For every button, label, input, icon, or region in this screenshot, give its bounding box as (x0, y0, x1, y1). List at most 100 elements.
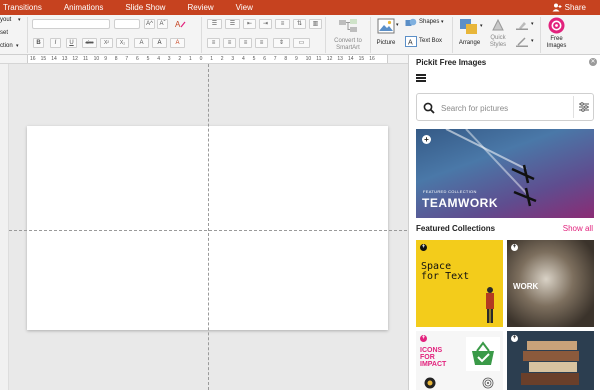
pickit-logo-icon[interactable] (548, 17, 565, 34)
increase-indent-icon[interactable]: ⇥ (259, 19, 272, 29)
text-direction-icon[interactable]: ⇅ (293, 19, 306, 29)
reset-button[interactable]: set (0, 30, 8, 36)
free-images-label-2: Images (546, 43, 567, 49)
add-icon[interactable]: + (420, 244, 427, 251)
ruler-number: 4 (242, 56, 245, 62)
free-images-button[interactable]: Free Images (543, 36, 570, 50)
collection-tile-books[interactable]: + (507, 331, 594, 390)
quick-styles-icon[interactable] (491, 18, 505, 32)
separator (573, 96, 574, 118)
badge-icon (424, 377, 436, 389)
ruler-paper (27, 55, 388, 63)
arrange-icon[interactable] (459, 18, 479, 36)
line-spacing-icon[interactable]: ≡ (275, 19, 290, 29)
free-images-label-1: Free (550, 36, 563, 42)
chevron-down-icon: ▾ (480, 23, 483, 29)
decrease-indent-icon[interactable]: ⇤ (243, 19, 256, 29)
text-effects-icon[interactable]: A (134, 38, 149, 48)
hero-title: TEAMWORK (422, 196, 498, 210)
books-image (521, 341, 579, 385)
ruler-number: 3 (167, 56, 171, 62)
quick-styles-label-2: Styles (489, 42, 507, 48)
align-center-icon[interactable]: ≡ (223, 38, 236, 48)
collection-tile-work[interactable]: + WORK (507, 240, 594, 327)
ruler-number: 9 (104, 56, 107, 62)
subscript-button[interactable]: X₂ (116, 38, 129, 48)
align-right-icon[interactable]: ≡ (239, 38, 252, 48)
tab-animations[interactable]: Animations (53, 0, 115, 15)
text-box-icon[interactable]: A (405, 36, 417, 47)
italic-button[interactable]: I (50, 38, 61, 48)
collection-tile-icons-for-impact[interactable]: + ICONS FOR IMPACT (416, 331, 503, 390)
filter-icon[interactable] (578, 101, 590, 113)
menu-icon[interactable] (416, 74, 426, 82)
search-input[interactable] (441, 100, 571, 116)
columns-icon[interactable]: ▥ (309, 19, 322, 29)
shapes-icon[interactable] (405, 18, 417, 28)
add-icon[interactable]: + (420, 335, 427, 342)
add-person-icon (552, 3, 562, 12)
layout-menu[interactable]: yout (0, 17, 11, 23)
section-menu[interactable]: ction (0, 43, 13, 49)
tab-view[interactable]: View (225, 0, 264, 15)
vertical-guide[interactable] (208, 64, 209, 390)
picture-button[interactable]: Picture (374, 40, 398, 47)
add-icon[interactable]: + (422, 135, 431, 144)
svg-text:A: A (408, 40, 413, 47)
ruler-number: 11 (316, 56, 322, 62)
arrange-button[interactable]: Arrange (457, 40, 482, 47)
underline-button[interactable]: U (66, 38, 77, 48)
separator (27, 17, 28, 53)
featured-collection-teamwork[interactable]: + FEATURED COLLECTION TEAMWORK (416, 129, 594, 218)
numbering-icon[interactable]: ☰ (225, 19, 240, 29)
svg-text:A: A (175, 20, 181, 29)
shrink-font-button[interactable]: Aˇ (157, 19, 168, 29)
panel-title: Pickit Free Images (416, 58, 487, 67)
text-box-options-icon[interactable]: ▭ (293, 38, 310, 48)
ruler-number: 1 (189, 56, 192, 62)
tab-transitions[interactable]: Transitions (0, 0, 53, 15)
font-name-dropdown[interactable] (32, 19, 110, 29)
ruler-number: 7 (125, 56, 129, 62)
shape-fill-icon[interactable] (516, 20, 528, 30)
strikethrough-button[interactable]: abc (82, 38, 97, 48)
add-icon[interactable]: + (511, 244, 518, 251)
tile-text: Space for Text (421, 261, 470, 282)
show-all-link[interactable]: Show all (563, 224, 593, 233)
ruler-number: 0 (199, 56, 203, 62)
horizontal-ruler: 16 15 14 13 12 11 10 9 8 7 6 5 4 3 2 1 0 1 2 3 4 5 6 7 8 9 10 11 12 1… (0, 55, 408, 64)
font-size-dropdown[interactable] (114, 19, 140, 29)
convert-smartart-button[interactable]: Convert to SmartArt (331, 38, 365, 52)
shapes-button[interactable]: Shapes (419, 19, 439, 26)
picture-icon[interactable] (377, 18, 395, 34)
quick-styles-button[interactable]: Quick Styles (487, 35, 509, 49)
align-text-icon[interactable]: ⇕ (273, 38, 290, 48)
tab-slide-show[interactable]: Slide Show (114, 0, 176, 15)
collection-tile-space-for-text[interactable]: + Space for Text (416, 240, 503, 327)
tab-review[interactable]: Review (176, 0, 224, 15)
grow-font-button[interactable]: A^ (144, 19, 155, 29)
shape-outline-icon[interactable] (516, 37, 528, 47)
text-box-button[interactable]: Text Box (419, 38, 442, 45)
align-left-icon[interactable]: ≡ (207, 38, 220, 48)
share-button[interactable]: Share (552, 1, 586, 14)
highlight-color-icon[interactable]: A (152, 38, 167, 48)
superscript-button[interactable]: X² (100, 38, 113, 48)
smartart-icon[interactable] (338, 18, 358, 34)
person-image (486, 287, 494, 323)
font-color-icon[interactable]: A (170, 38, 185, 48)
bullets-icon[interactable]: ☰ (207, 19, 222, 29)
chevron-down-icon: ▾ (531, 21, 534, 27)
close-icon[interactable]: ✕ (589, 58, 597, 66)
justify-icon[interactable]: ≡ (255, 38, 268, 48)
chevron-down-icon: ▾ (441, 19, 444, 25)
ruler-number: 14 (348, 56, 354, 62)
chevron-down-icon: ▾ (18, 17, 21, 23)
bold-button[interactable]: B (33, 38, 44, 48)
horizontal-guide[interactable] (9, 230, 407, 231)
tile-text: ICONS FOR IMPACT (420, 347, 447, 368)
slide-canvas[interactable] (9, 64, 407, 390)
ruler-number: 16 (30, 56, 36, 62)
clear-formatting-icon[interactable]: A (175, 19, 186, 29)
search-icon (423, 102, 435, 114)
